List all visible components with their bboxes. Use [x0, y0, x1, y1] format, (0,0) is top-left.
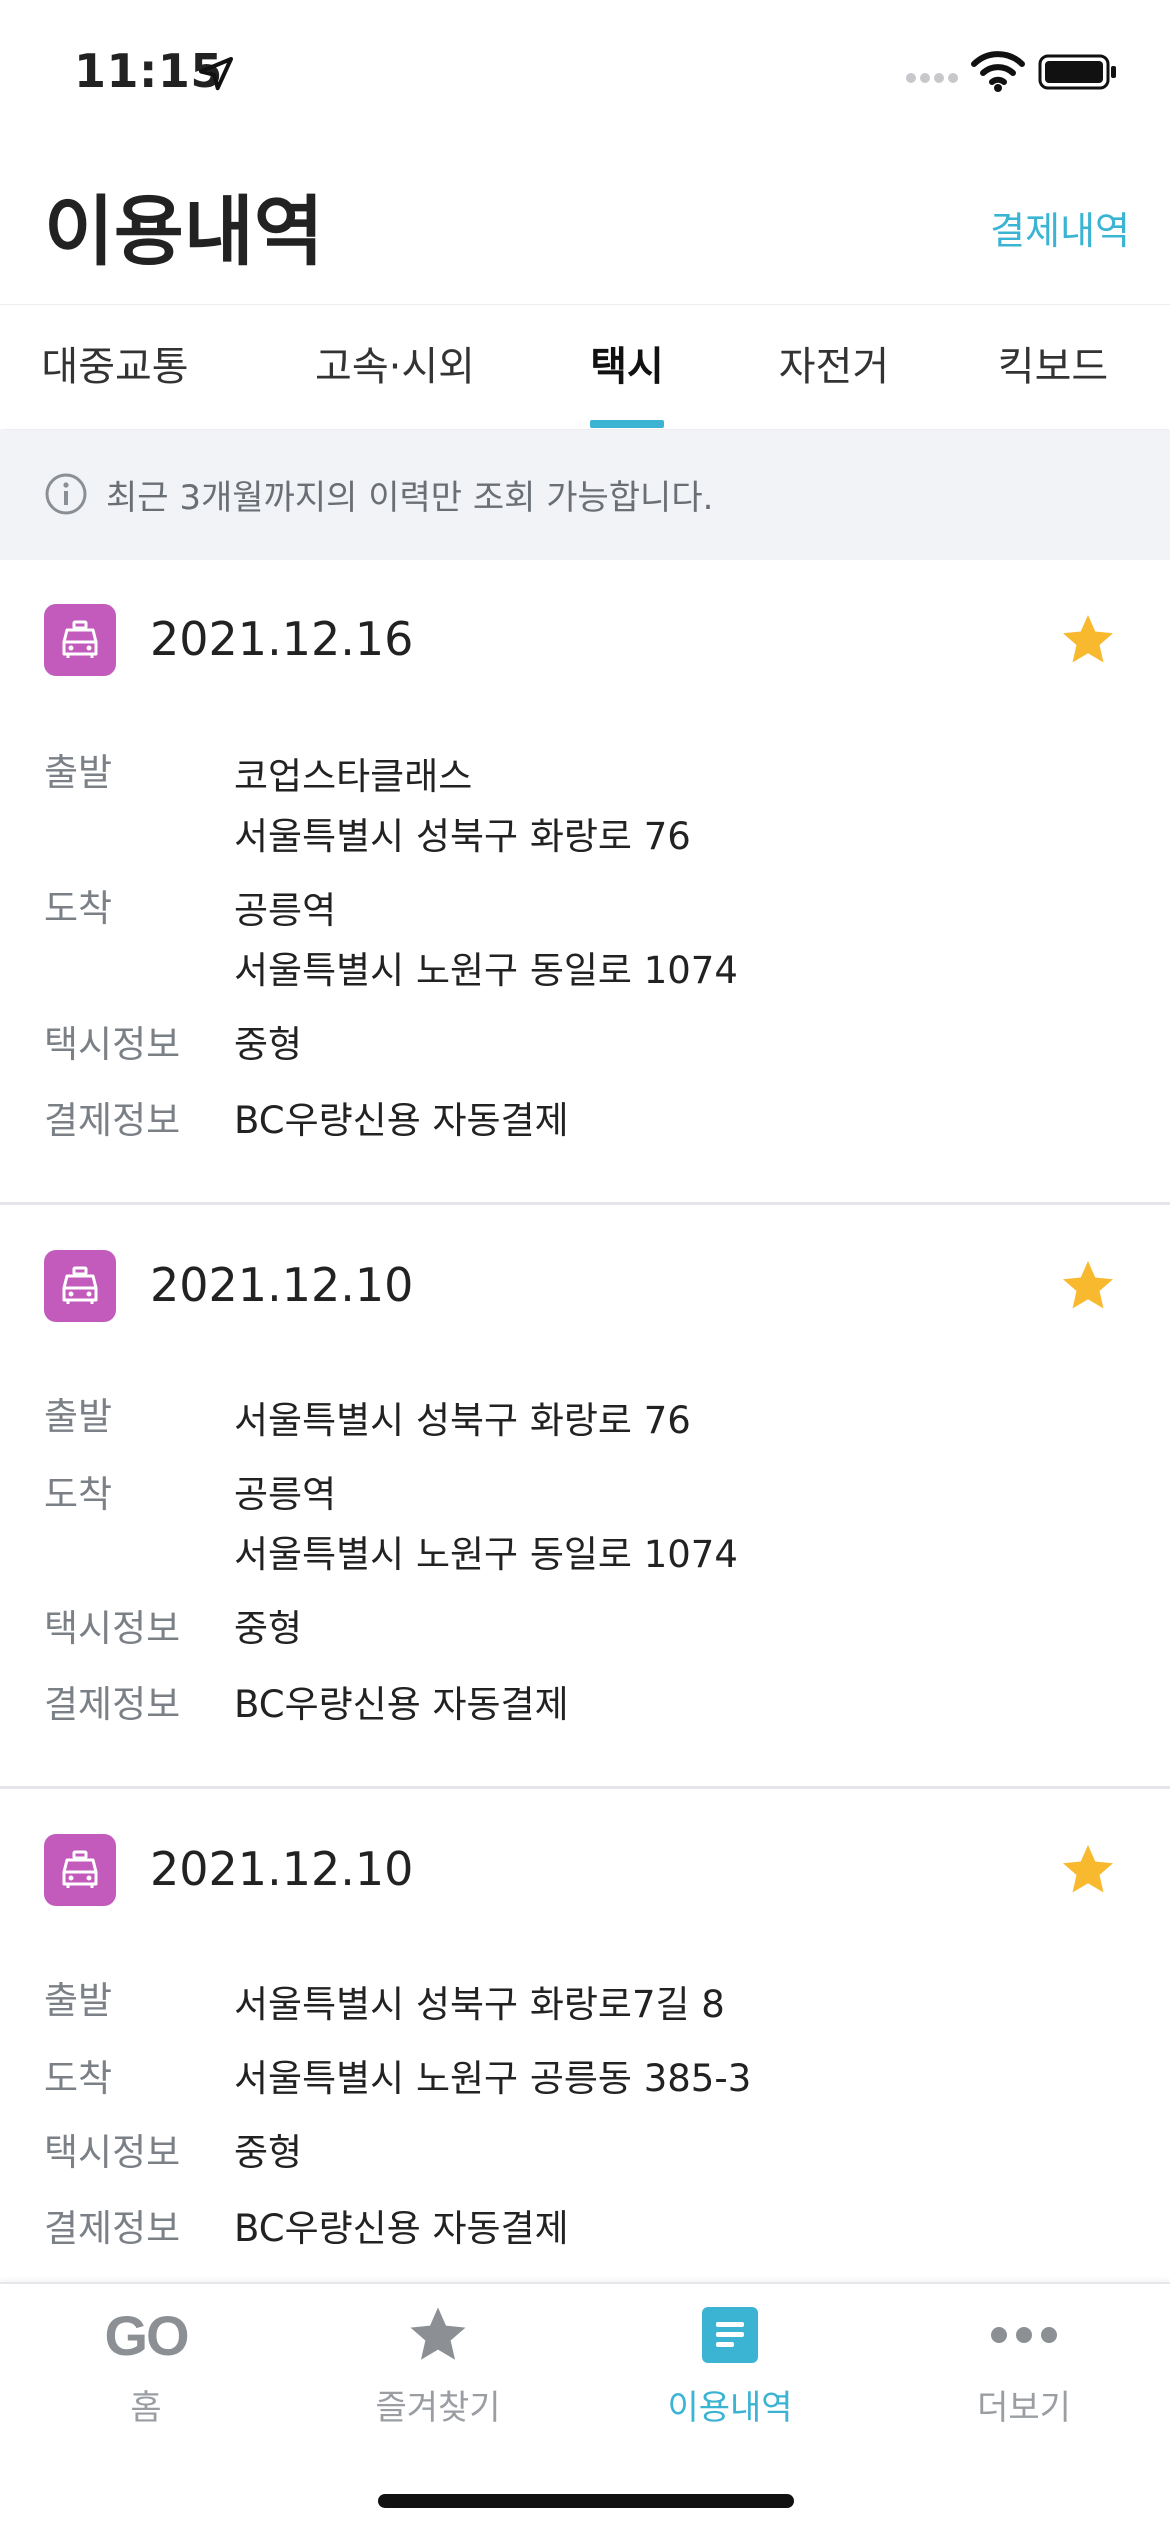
- taxi-icon: [44, 1834, 116, 1906]
- tab-public-transit[interactable]: 대중교통: [30, 305, 200, 429]
- star-icon[interactable]: [328, 2300, 548, 2370]
- record-date: 2021.12.16: [150, 612, 414, 666]
- taxi-info-label: 택시정보: [44, 1023, 181, 1066]
- favorite-star-icon[interactable]: [1058, 1256, 1118, 1316]
- notice-text: 최근 3개월까지의 이력만 조회 가능합니다.: [106, 478, 714, 518]
- departure-label: 출발: [44, 1395, 113, 1438]
- nav-more-label[interactable]: 더보기: [914, 2380, 1134, 2429]
- departure-label: 출발: [44, 1979, 113, 2022]
- go-logo-text: GO: [104, 2303, 189, 2367]
- payment-info-label: 결제정보: [44, 1683, 181, 1726]
- taxi-info-label: 택시정보: [44, 2131, 181, 2174]
- status-bar: 11:15: [0, 0, 1170, 150]
- nav-favorites-label[interactable]: 즐겨찾기: [328, 2380, 548, 2429]
- card-divider: [0, 1786, 1170, 1789]
- tab-bicycle[interactable]: 자전거: [760, 305, 908, 429]
- more-dots-icon[interactable]: [914, 2300, 1134, 2370]
- arrival-label: 도착: [44, 887, 113, 930]
- go-logo-icon[interactable]: GO: [36, 2300, 256, 2370]
- departure-address: 서울특별시 성북구 화랑로 76: [234, 815, 691, 858]
- nav-home-label[interactable]: 홈: [36, 2380, 256, 2429]
- taxi-info-label: 택시정보: [44, 1607, 181, 1650]
- signal-dots-icon: [906, 73, 958, 83]
- tab-bar: 대중교통 고속·시외 택시 자전거 킥보드: [0, 304, 1170, 429]
- info-icon: [45, 473, 87, 515]
- payment-info-label: 결제정보: [44, 1099, 181, 1142]
- active-tab-indicator: [590, 420, 664, 428]
- departure-address: 서울특별시 성북구 화랑로 76: [234, 1399, 691, 1442]
- arrival-address: 서울특별시 노원구 공릉동 385-3: [234, 2057, 752, 2100]
- departure-name: 코업스타클래스: [234, 755, 473, 798]
- history-list-icon[interactable]: [620, 2300, 840, 2370]
- payment-info-value: BC우량신용 자동결제: [234, 1099, 569, 1142]
- page-title: 이용내역: [44, 187, 324, 276]
- taxi-icon: [44, 604, 116, 676]
- departure-address: 서울특별시 성북구 화랑로7길 8: [234, 1983, 725, 2026]
- arrival-name: 공릉역: [234, 1473, 337, 1516]
- payment-info-label: 결제정보: [44, 2207, 181, 2250]
- tab-taxi[interactable]: 택시: [560, 305, 694, 429]
- record-date: 2021.12.10: [150, 1842, 414, 1896]
- payment-info-value: BC우량신용 자동결제: [234, 2207, 569, 2250]
- taxi-info-value: 중형: [234, 2131, 303, 2174]
- arrival-label: 도착: [44, 1473, 113, 1516]
- card-divider: [0, 1202, 1170, 1205]
- tab-express-bus[interactable]: 고속·시외: [300, 305, 490, 429]
- favorite-star-icon[interactable]: [1058, 1840, 1118, 1900]
- wifi-icon: [971, 51, 1025, 92]
- home-indicator: [378, 2494, 794, 2508]
- record-date: 2021.12.10: [150, 1258, 414, 1312]
- taxi-icon: [44, 1250, 116, 1322]
- payment-info-value: BC우량신용 자동결제: [234, 1683, 569, 1726]
- arrival-label: 도착: [44, 2057, 113, 2100]
- nav-history-label[interactable]: 이용내역: [620, 2380, 840, 2429]
- payment-history-link[interactable]: 결제내역: [990, 200, 1130, 255]
- tab-kickboard[interactable]: 킥보드: [978, 305, 1128, 429]
- battery-icon: [1038, 54, 1116, 90]
- arrival-address: 서울특별시 노원구 동일로 1074: [234, 1533, 738, 1576]
- arrival-address: 서울특별시 노원구 동일로 1074: [234, 949, 738, 992]
- taxi-info-value: 중형: [234, 1023, 303, 1066]
- location-arrow-icon: [199, 57, 233, 91]
- arrival-name: 공릉역: [234, 889, 337, 932]
- favorite-star-icon[interactable]: [1058, 610, 1118, 670]
- departure-label: 출발: [44, 751, 113, 794]
- taxi-info-value: 중형: [234, 1607, 303, 1650]
